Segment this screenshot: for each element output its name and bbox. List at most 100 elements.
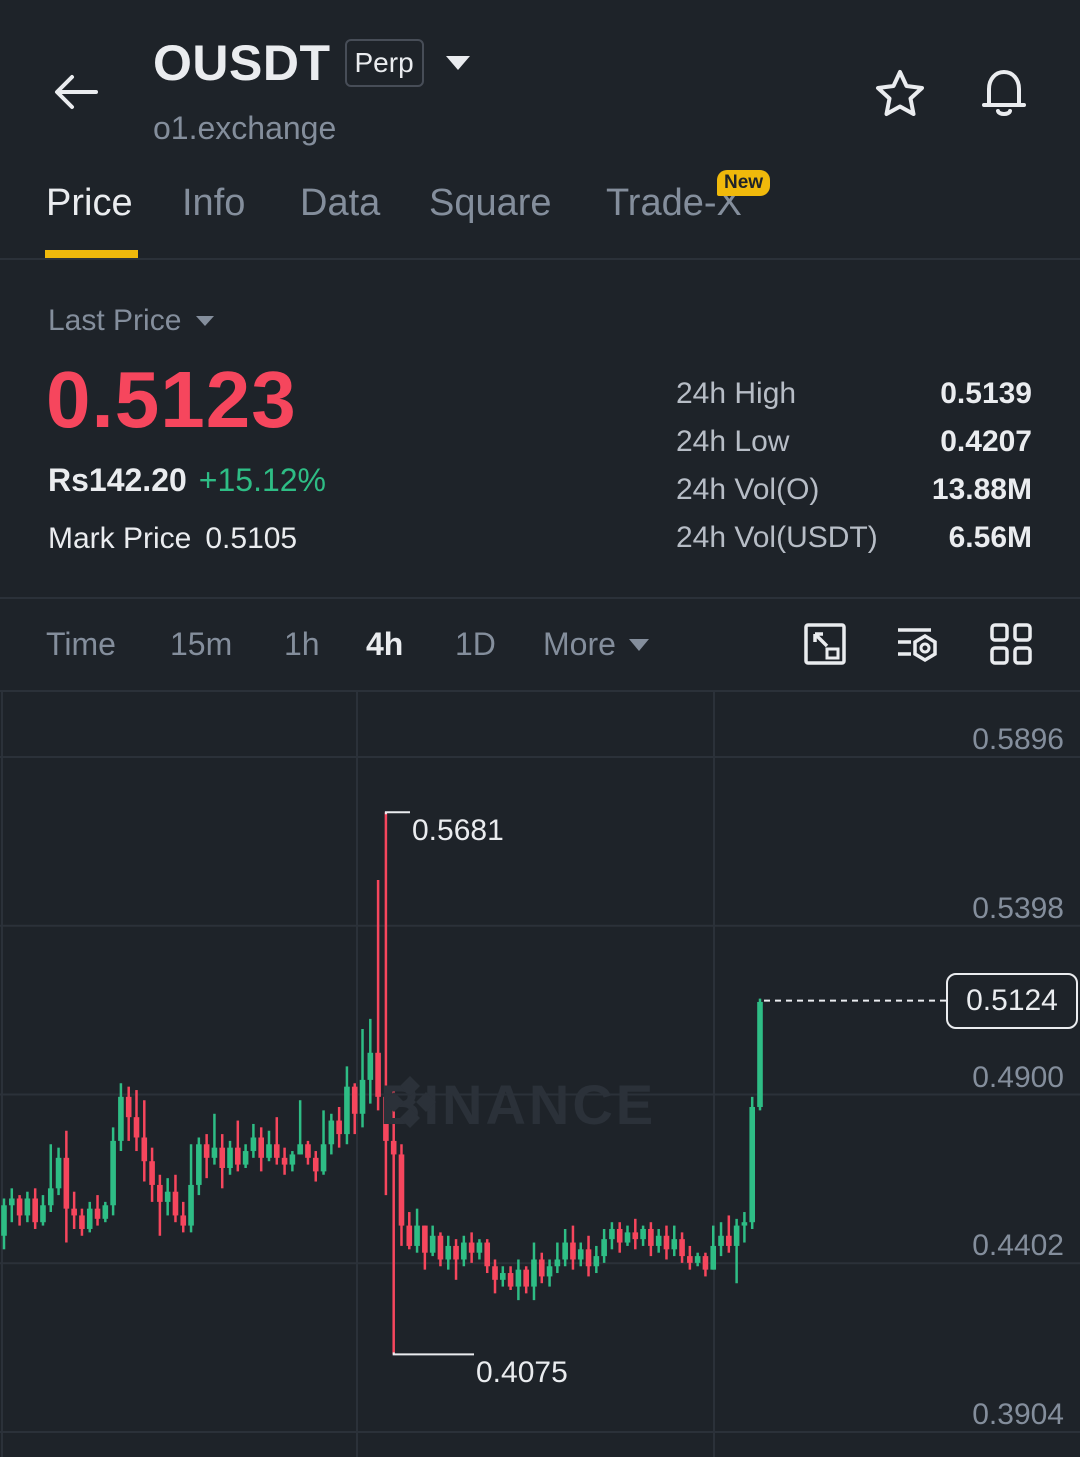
candle-body	[679, 1239, 685, 1257]
candle-body	[531, 1259, 537, 1287]
binance-watermark: BINANCE	[380, 1072, 656, 1137]
back-button[interactable]	[44, 60, 108, 124]
candle-body	[102, 1205, 109, 1219]
symbol-block: OUSDT Perp o1.exchange	[153, 34, 476, 147]
candle-body	[219, 1147, 226, 1168]
candle-body	[16, 1198, 23, 1216]
candle-body	[71, 1208, 77, 1216]
interval-more-label: More	[543, 626, 616, 662]
candle-body	[461, 1242, 467, 1260]
candle-body	[125, 1096, 132, 1118]
candle-body	[196, 1144, 202, 1185]
tab-square[interactable]: Square	[429, 182, 552, 225]
y-tick-label: 0.3904	[972, 1398, 1064, 1431]
chevron-down-icon	[628, 638, 649, 651]
candle-body	[632, 1232, 639, 1240]
header: OUSDT Perp o1.exchange	[0, 0, 1080, 160]
candle-body	[344, 1086, 350, 1135]
candle-body	[32, 1198, 38, 1223]
tab-price[interactable]: Price	[46, 182, 133, 225]
candle-body	[726, 1235, 732, 1246]
candle-body	[273, 1144, 280, 1158]
symbol-title[interactable]: OUSDT	[153, 34, 331, 92]
candle-body	[55, 1157, 62, 1189]
candle-body	[180, 1215, 187, 1226]
candle-body	[94, 1208, 101, 1219]
candle-body	[63, 1157, 70, 1209]
candle-body	[757, 1001, 763, 1107]
section-divider	[0, 597, 1080, 599]
y-tick-label: 0.5398	[972, 891, 1064, 925]
candle-body	[515, 1269, 522, 1287]
candle-body	[258, 1137, 264, 1158]
candle-body	[585, 1249, 592, 1267]
stat-value: 0.4207	[940, 425, 1032, 458]
candle-body	[157, 1184, 163, 1202]
star-icon	[876, 70, 924, 116]
stat-row: 24h Vol(USDT) 6.56M	[676, 514, 1032, 562]
candle-body	[554, 1259, 561, 1267]
interval-1h[interactable]: 1h	[284, 626, 320, 663]
mark-price-label: Mark Price	[48, 522, 192, 555]
candle-body	[437, 1235, 444, 1260]
candle-body	[227, 1147, 233, 1168]
last-price-label: Last Price	[48, 304, 182, 337]
grid-layout-icon[interactable]	[989, 622, 1033, 666]
candle-body	[577, 1249, 584, 1260]
candle-body	[281, 1157, 288, 1165]
back-arrow-icon	[55, 75, 98, 109]
interval-time[interactable]: Time	[46, 626, 116, 663]
candle-body	[406, 1225, 413, 1246]
candle-body	[289, 1154, 296, 1165]
active-tab-indicator	[45, 250, 138, 258]
alert-button[interactable]	[972, 60, 1036, 124]
binance-logo-icon	[384, 1076, 436, 1128]
candle-body	[741, 1222, 748, 1226]
candle-body	[663, 1235, 670, 1250]
price-change-percent: +15.12%	[198, 462, 326, 498]
symbol-dropdown-button[interactable]	[440, 45, 476, 81]
candle-body	[8, 1198, 15, 1206]
candle-body	[655, 1235, 662, 1246]
low-marker-label: 0.4075	[476, 1356, 568, 1389]
candle-body	[118, 1096, 124, 1141]
tab-data[interactable]: Data	[300, 182, 380, 225]
stat-row: 24h High 0.5139	[676, 370, 1032, 418]
y-tick-label: 0.4402	[972, 1229, 1064, 1263]
favorite-button[interactable]	[868, 62, 932, 126]
candle-body	[24, 1198, 31, 1216]
candle-body	[624, 1232, 631, 1243]
stat-row: 24h Vol(O) 13.88M	[676, 466, 1032, 514]
candle-body	[336, 1120, 342, 1135]
candle-body	[593, 1256, 600, 1267]
high-marker-label: 0.5681	[412, 814, 504, 847]
interval-4h[interactable]: 4h	[366, 626, 403, 663]
candle-body	[694, 1256, 701, 1263]
candle-body	[110, 1140, 116, 1206]
tab-info[interactable]: Info	[182, 182, 245, 225]
candle-body	[570, 1242, 576, 1260]
last-price-tag[interactable]: 0.5124	[946, 972, 1078, 1029]
candle-body	[188, 1184, 194, 1226]
indicator-settings-icon[interactable]	[895, 622, 939, 666]
stat-value: 6.56M	[948, 521, 1032, 554]
candle-body	[468, 1242, 475, 1253]
price-chart[interactable]: BINANCE 0.5896 0.5398 0.4900 0.4402 0.3904 0…	[0, 690, 1080, 1457]
stat-label: 24h High	[676, 377, 797, 410]
candle-body	[507, 1273, 514, 1287]
fullscreen-chart-icon[interactable]	[803, 622, 847, 666]
interval-15m[interactable]: 15m	[170, 626, 232, 663]
candle-body	[359, 1079, 366, 1114]
candle-body	[640, 1228, 646, 1240]
candle-body	[250, 1137, 257, 1152]
candle-body	[484, 1242, 491, 1267]
candle-body	[351, 1086, 358, 1114]
interval-1d[interactable]: 1D	[455, 626, 496, 663]
candle-body	[390, 1140, 397, 1155]
interval-more-button[interactable]: More	[543, 626, 650, 663]
last-price-selector[interactable]: Last Price	[48, 304, 215, 338]
candle-body	[609, 1228, 615, 1240]
candle-body	[648, 1228, 654, 1246]
stat-label: 24h Vol(O)	[676, 473, 820, 506]
bell-icon	[982, 70, 1026, 116]
